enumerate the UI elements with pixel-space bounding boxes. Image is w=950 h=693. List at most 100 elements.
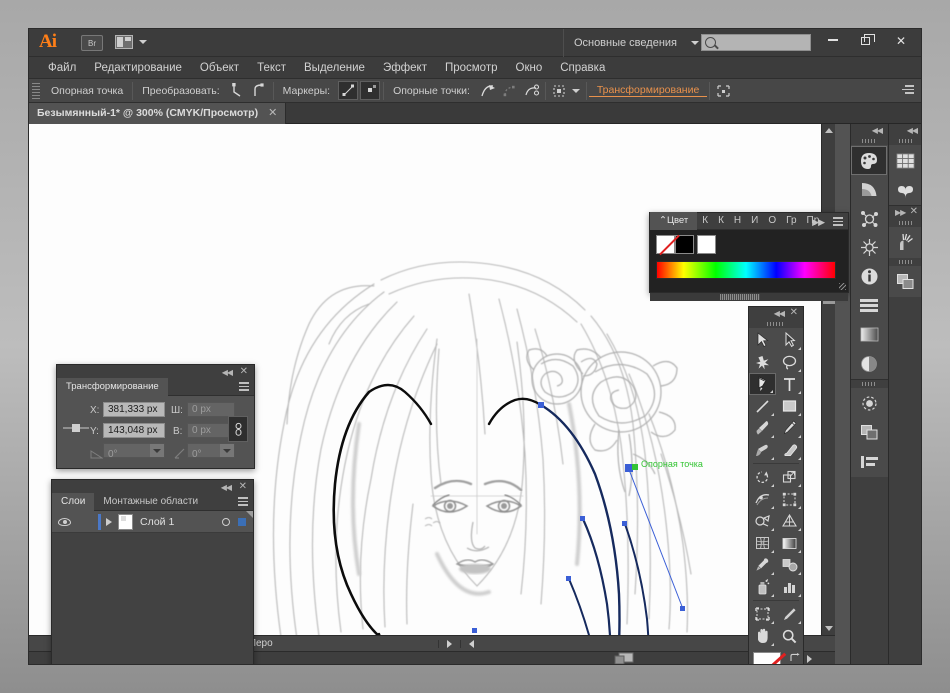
transform-panel[interactable]: ◀◀ ✕ Трансформирование X: 381,333 px Ш: … <box>56 364 255 469</box>
show-handles-icon[interactable] <box>338 81 359 100</box>
transparency-icon[interactable] <box>851 349 887 378</box>
menu-item-type[interactable]: Текст <box>248 59 295 77</box>
paintbrush-tool[interactable] <box>749 417 776 439</box>
transform-panel-menu-icon[interactable] <box>235 382 249 392</box>
none-swatch[interactable] <box>656 235 675 254</box>
pathfinder-icon[interactable] <box>851 418 887 447</box>
control-bar-gripper-icon[interactable] <box>32 82 40 99</box>
mesh-tool[interactable] <box>749 532 776 554</box>
collapse-icon[interactable]: ◀◀ <box>222 368 233 377</box>
dock-a-header[interactable]: ◀◀ <box>851 124 888 137</box>
tab-outline[interactable]: О <box>763 212 781 230</box>
menu-item-view[interactable]: Просмотр <box>436 59 507 77</box>
hide-handles-icon[interactable] <box>360 81 381 100</box>
y-field[interactable]: 143,048 px <box>103 423 165 438</box>
tab-gradient[interactable]: Гр <box>781 212 801 230</box>
layer-target-circle-icon[interactable] <box>222 517 230 526</box>
stroke-icon[interactable] <box>851 447 887 476</box>
dock-b2-header[interactable]: ▶▶ ✕ <box>889 206 921 219</box>
shear-angle-field[interactable]: 0° <box>187 443 235 460</box>
collapse-icon[interactable]: ◀◀ <box>774 309 785 318</box>
scroll-down-button[interactable] <box>822 622 835 635</box>
column-graph-tool[interactable] <box>776 576 803 598</box>
color-guide-icon[interactable] <box>851 175 887 204</box>
anchor-point[interactable] <box>566 576 571 581</box>
document-window-icon[interactable] <box>605 651 645 664</box>
tools-panel-gripper-icon[interactable] <box>749 320 803 328</box>
color-panel-menu-icon[interactable] <box>829 217 843 227</box>
document-tab[interactable]: Безымянный-1* @ 300% (CMYK/Просмотр) ✕ <box>29 103 287 124</box>
eyedropper-tool[interactable] <box>749 554 776 576</box>
close-icon[interactable]: ✕ <box>910 206 918 217</box>
search-input[interactable] <box>701 34 811 51</box>
type-tool[interactable] <box>776 373 803 395</box>
anchor-point[interactable] <box>680 606 685 611</box>
convert-to-smooth-icon[interactable] <box>250 81 270 100</box>
hand-tool[interactable] <box>749 625 776 647</box>
tab-brushes[interactable]: К <box>697 212 713 230</box>
menu-item-help[interactable]: Справка <box>551 59 614 77</box>
close-icon[interactable]: ✕ <box>790 307 798 318</box>
color-panel-icon[interactable] <box>851 146 887 175</box>
tab-artboards[interactable]: Монтажные области <box>94 493 207 511</box>
convert-to-corner-icon[interactable] <box>228 81 248 100</box>
isolate-object-icon[interactable] <box>549 81 569 100</box>
status-next-button[interactable] <box>437 639 460 648</box>
layers-panel[interactable]: ◀◀ ✕ Слои Монтажные области Слой 1 <box>51 479 254 664</box>
workspace-switcher[interactable]: Основные сведения <box>562 29 693 57</box>
dock-b-header[interactable]: ◀◀ <box>889 124 921 137</box>
free-transform-tool[interactable] <box>776 488 803 510</box>
layers-panel-dragbar[interactable]: ◀◀ ✕ <box>52 480 253 493</box>
anchor-point[interactable] <box>538 402 544 408</box>
direct-selection-tool[interactable] <box>776 329 803 351</box>
menu-item-select[interactable]: Выделение <box>295 59 374 77</box>
artboard-tool[interactable] <box>749 603 776 625</box>
menu-item-file[interactable]: Файл <box>39 59 85 77</box>
shape-builder-tool[interactable] <box>749 510 776 532</box>
symbols-icon[interactable] <box>851 233 887 262</box>
brushes-icon[interactable] <box>851 389 887 418</box>
canvas-vertical-scrollbar[interactable] <box>821 124 835 635</box>
rectangle-tool[interactable] <box>776 395 803 417</box>
dock-b-gripper-icon[interactable] <box>889 137 921 145</box>
slice-tool[interactable] <box>776 603 803 625</box>
anchor-point[interactable] <box>472 628 477 633</box>
color-spectrum-ramp[interactable] <box>656 261 836 279</box>
menu-item-object[interactable]: Объект <box>191 59 248 77</box>
lasso-tool[interactable] <box>776 351 803 373</box>
tab-names[interactable]: И <box>746 212 763 230</box>
pencil-tool[interactable] <box>776 417 803 439</box>
workspace-chevron-down-icon[interactable] <box>691 41 699 45</box>
collapse-icon[interactable]: ◀◀ <box>907 126 918 135</box>
gradient-tool[interactable] <box>776 532 803 554</box>
reference-point-selector[interactable] <box>63 418 89 438</box>
align-icon[interactable] <box>851 291 887 320</box>
anchor-point[interactable] <box>622 521 627 526</box>
menu-item-window[interactable]: Окно <box>507 59 552 77</box>
pen-tool[interactable] <box>749 373 776 395</box>
swatches-icon[interactable] <box>889 146 921 175</box>
close-button[interactable]: ✕ <box>885 29 917 53</box>
swap-fill-stroke-icon[interactable] <box>789 650 800 661</box>
control-panel-menu-icon[interactable] <box>902 85 914 96</box>
anchor-point[interactable] <box>580 516 585 521</box>
gradient-icon[interactable] <box>851 320 887 349</box>
control-transform-link[interactable]: Трансформирование <box>588 84 708 97</box>
close-icon[interactable]: ✕ <box>240 366 248 377</box>
graphic-styles-icon[interactable] <box>889 175 921 204</box>
selection-tool[interactable] <box>749 329 776 351</box>
tools-panel[interactable]: ◀◀ ✕ <box>748 306 804 664</box>
transform-panel-dragbar[interactable]: ◀◀ ✕ <box>57 365 254 378</box>
tab-color[interactable]: ⌃Цвет <box>650 212 698 230</box>
info-icon[interactable] <box>851 262 887 291</box>
arrange-documents-button[interactable] <box>115 35 137 51</box>
menu-item-edit[interactable]: Редактирование <box>85 59 191 77</box>
shear-angle-chevron-down-icon[interactable] <box>220 444 234 457</box>
scale-tool[interactable] <box>776 466 803 488</box>
rotate-angle-field[interactable]: 0° <box>103 443 165 460</box>
appearance-icon[interactable] <box>851 204 887 233</box>
color-panel-scroll-grip[interactable] <box>650 293 848 301</box>
blend-tool[interactable] <box>776 554 803 576</box>
connect-anchors-icon[interactable] <box>500 81 520 100</box>
remove-anchor-icon[interactable] <box>478 81 498 100</box>
